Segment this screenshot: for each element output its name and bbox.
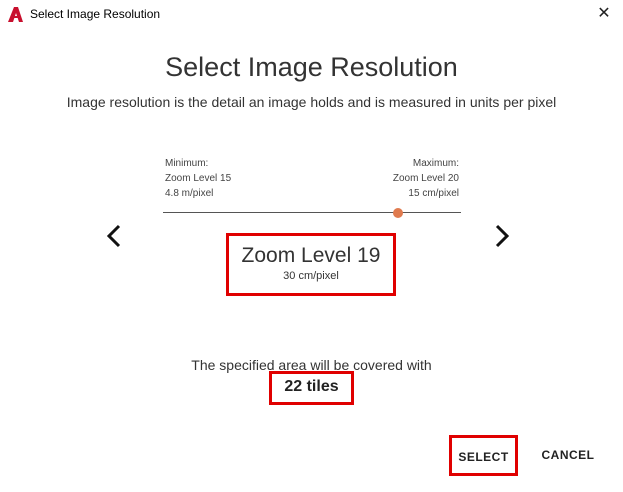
minimum-level: Zoom Level 15 <box>165 173 232 184</box>
close-icon: ✕ <box>597 5 611 22</box>
autocad-app-icon <box>8 7 23 22</box>
maximum-level: Zoom Level 20 <box>392 173 459 184</box>
tiles-count-display: 22 tiles <box>269 371 354 405</box>
previous-level-chevron-icon[interactable] <box>102 222 128 250</box>
resolution-slider-thumb[interactable] <box>393 208 404 218</box>
tiles-count: 22 tiles <box>284 378 339 395</box>
cancel-button-label: CANCEL <box>541 448 595 462</box>
select-button-label: SELECT <box>458 450 509 464</box>
window-title: Select Image Resolution <box>30 7 161 21</box>
minimum-label: Minimum: <box>165 158 209 169</box>
selected-resolution: 30 cm/pixel <box>283 270 339 282</box>
resolution-slider-track[interactable] <box>163 212 461 213</box>
maximum-label: Maximum: <box>412 158 459 169</box>
next-level-chevron-icon[interactable] <box>488 222 514 250</box>
dialog-description: Image resolution is the detail an image … <box>66 94 557 110</box>
range-minimum: Minimum: Zoom Level 15 4.8 m/pixel <box>165 156 231 201</box>
title-bar: Select Image Resolution ✕ <box>0 0 623 30</box>
selected-level: Zoom Level 19 <box>241 244 381 267</box>
cancel-button[interactable]: CANCEL <box>532 444 604 468</box>
close-button[interactable]: ✕ <box>593 3 615 25</box>
dialog-heading: Select Image Resolution <box>165 52 458 82</box>
selected-level-display: Zoom Level 19 30 cm/pixel <box>226 233 396 296</box>
select-button[interactable]: SELECT <box>449 435 518 476</box>
minimum-resolution: 4.8 m/pixel <box>165 188 214 199</box>
maximum-resolution: 15 cm/pixel <box>408 188 459 199</box>
range-maximum: Maximum: Zoom Level 20 15 cm/pixel <box>393 156 459 201</box>
